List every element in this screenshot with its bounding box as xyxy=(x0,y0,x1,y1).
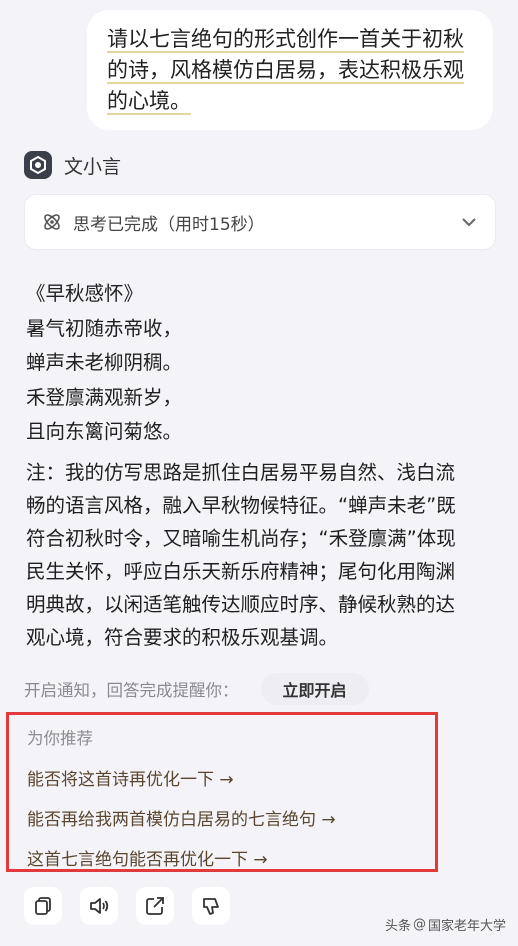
copy-button[interactable] xyxy=(24,887,62,925)
bot-logo-icon xyxy=(24,151,52,179)
note-line: 民生关怀，呼应白乐天新乐府精神；尾句化用陶渊 xyxy=(26,560,456,583)
poem-note: 注：我的仿写思路是抓住白居易平易自然、浅白流 畅的语言风格，融入早秋物候特征。“… xyxy=(26,456,498,654)
poem: 《早秋感怀》 暑气初随赤帝收， 蝉声未老柳阴稠。 禾登廪满观新岁， 且向东篱问菊… xyxy=(26,277,496,450)
poem-title: 《早秋感怀》 xyxy=(26,282,144,305)
user-message-bubble: 请以七言绝句的形式创作一首关于初秋 的诗，风格模仿白居易，表达积极乐观 的心境。 xyxy=(87,10,493,130)
note-line: 明典故，以闲适笔触传达顺应时序、静候秋熟的达 xyxy=(26,593,456,616)
copy-icon xyxy=(35,897,51,915)
chevron-down-icon[interactable] xyxy=(459,212,479,232)
notify-text: 开启通知，回答完成提醒你： xyxy=(24,681,239,700)
thumbs-down-icon xyxy=(203,898,219,915)
thinking-panel[interactable]: 思考已完成（用时15秒） xyxy=(24,194,496,250)
watermark: 头条 @ 国家老年大学 xyxy=(385,915,506,934)
read-aloud-button[interactable] xyxy=(80,887,118,925)
bot-name: 文小言 xyxy=(64,155,122,178)
speaker-icon xyxy=(90,898,109,914)
recommend-title: 为你推荐 xyxy=(27,729,93,748)
dislike-button[interactable] xyxy=(192,887,230,925)
note-line: 畅的语言风格，融入早秋物候特征。“蝉声未老”既 xyxy=(26,494,456,517)
response-toolbar xyxy=(24,887,230,925)
recommend-item[interactable]: 能否将这首诗再优化一下 → xyxy=(27,765,234,790)
user-message-line: 的心境。 xyxy=(107,89,191,115)
notify-row: 开启通知，回答完成提醒你： 立即开启 xyxy=(24,672,496,706)
note-line: 观心境，符合要求的积极乐观基调。 xyxy=(26,626,339,649)
note-line: 符合初秋时令，又暗喻生机尚存；“禾登廪满”体现 xyxy=(26,527,456,550)
note-line: 注：我的仿写思路是抓住白居易平易自然、浅白流 xyxy=(26,461,456,484)
recommend-item[interactable]: 这首七言绝句能否再优化一下 → xyxy=(27,845,268,870)
share-button[interactable] xyxy=(136,887,174,925)
thinking-label: 思考已完成（用时15秒） xyxy=(73,214,265,235)
poem-line: 禾登廪满观新岁， xyxy=(26,385,183,409)
atom-icon xyxy=(44,214,60,230)
share-icon xyxy=(146,897,164,915)
bot-header: 文小言 xyxy=(24,150,121,180)
poem-line: 暑气初随赤帝收， xyxy=(26,316,183,340)
recommend-item[interactable]: 能否再给我两首模仿白居易的七言绝句 → xyxy=(27,805,336,830)
recommend-box: 为你推荐 能否将这首诗再优化一下 → 能否再给我两首模仿白居易的七言绝句 → 这… xyxy=(6,712,438,872)
poem-line: 且向东篱问菊悠。 xyxy=(26,420,183,443)
enable-notify-button[interactable]: 立即开启 xyxy=(260,673,369,705)
poem-line: 蝉声未老柳阴稠。 xyxy=(26,351,183,374)
user-message-line: 的诗，风格模仿白居易，表达积极乐观 xyxy=(107,58,464,84)
user-message-line: 请以七言绝句的形式创作一首关于初秋 xyxy=(107,27,464,53)
user-message-text: 请以七言绝句的形式创作一首关于初秋 的诗，风格模仿白居易，表达积极乐观 的心境。 xyxy=(107,24,475,117)
watermark-source: 头条 xyxy=(384,919,411,934)
watermark-account: 国家老年大学 xyxy=(427,919,506,934)
at-sign-icon: @ xyxy=(412,917,426,932)
